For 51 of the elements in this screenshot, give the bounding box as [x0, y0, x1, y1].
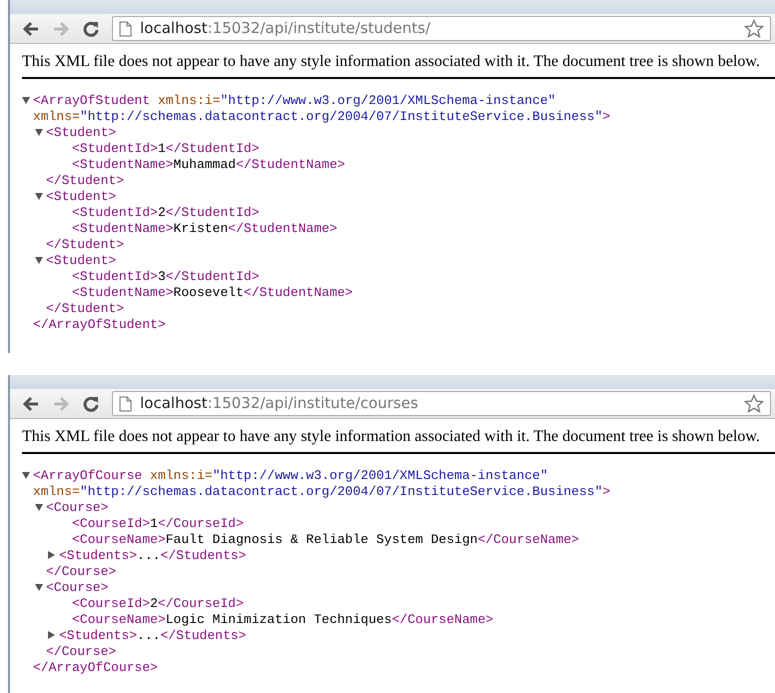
- xml-line: </Student>: [46, 237, 124, 253]
- url-text: localhost:15032/api/institute/courses: [140, 393, 420, 414]
- xml-line: </ArrayOfStudent>: [33, 317, 166, 333]
- address-bar[interactable]: localhost:15032/api/institute/courses: [112, 391, 771, 416]
- reload-icon[interactable]: [82, 20, 100, 38]
- xml-line: <CourseName>Fault Diagnosis & Reliable System Design</CourseName>: [72, 532, 580, 548]
- back-icon[interactable]: [22, 396, 40, 412]
- collapse-triangle-icon[interactable]: [22, 472, 30, 479]
- xml-line: <CourseId>2</CourseId>: [72, 596, 244, 612]
- collapse-triangle-icon[interactable]: [35, 257, 43, 264]
- page-icon: [119, 20, 132, 36]
- xml-line: <StudentId>1</StudentId>: [72, 141, 260, 157]
- url-text: localhost:15032/api/institute/students/: [140, 18, 432, 40]
- expand-triangle-icon[interactable]: [48, 551, 55, 559]
- xml-line: <CourseName>Logic Minimization Techniques</CourseName>: [72, 612, 494, 628]
- collapse-triangle-icon[interactable]: [35, 584, 43, 591]
- star-icon: [744, 18, 764, 38]
- info-message: This XML file does not appear to have any style information associated with it. The document tree is shown below.: [22, 52, 761, 72]
- xml-line: <Course>: [46, 500, 108, 516]
- xml-line: </Student>: [46, 173, 124, 189]
- xml-line: </Course>: [46, 644, 116, 660]
- expand-triangle-icon[interactable]: [48, 631, 55, 639]
- xml-line: <StudentId>3</StudentId>: [72, 269, 260, 285]
- xml-line: <Students>...</Students>: [59, 548, 246, 564]
- xml-line: <Student>: [46, 189, 116, 205]
- xml-line: <Student>: [46, 253, 116, 269]
- xml-line: </Student>: [46, 301, 124, 317]
- collapse-triangle-icon[interactable]: [35, 193, 43, 200]
- address-bar[interactable]: localhost:15032/api/institute/students/: [112, 16, 771, 41]
- info-message: This XML file does not appear to have any style information associated with it. The document tree is shown below.: [22, 427, 761, 447]
- collapse-triangle-icon[interactable]: [35, 129, 43, 136]
- back-icon[interactable]: [22, 20, 40, 36]
- xml-line: <StudentId>2</StudentId>: [72, 205, 260, 221]
- xml-line: <CourseId>1</CourseId>: [72, 516, 244, 532]
- xml-line: <Course>: [46, 580, 108, 596]
- xml-line: </ArrayOfCourse>: [33, 660, 158, 676]
- xml-line: </Course>: [46, 564, 116, 580]
- xml-line: xmlns="http://schemas.datacontract.org/2004/07/InstituteService.Business">: [33, 484, 610, 500]
- xml-line: <StudentName>Kristen</StudentName>: [72, 221, 338, 237]
- xml-line: xmlns="http://schemas.datacontract.org/2004/07/InstituteService.Business">: [33, 109, 610, 125]
- xml-line: <Student>: [46, 125, 116, 141]
- collapse-triangle-icon[interactable]: [22, 97, 30, 104]
- xml-line: <Students>...</Students>: [59, 628, 246, 644]
- xml-line: <StudentName>Muhammad</StudentName>: [72, 157, 346, 173]
- xml-line: <StudentName>Roosevelt</StudentName>: [72, 285, 353, 301]
- xml-line: <ArrayOfCourse xmlns:i="http://www.w3.org/2001/XMLSchema-instance": [33, 468, 548, 484]
- page-icon: [119, 396, 132, 412]
- collapse-triangle-icon[interactable]: [35, 504, 43, 511]
- xml-line: <ArrayOfStudent xmlns:i="http://www.w3.org/2001/XMLSchema-instance": [33, 93, 556, 109]
- reload-icon[interactable]: [82, 394, 100, 412]
- star-icon: [744, 394, 764, 414]
